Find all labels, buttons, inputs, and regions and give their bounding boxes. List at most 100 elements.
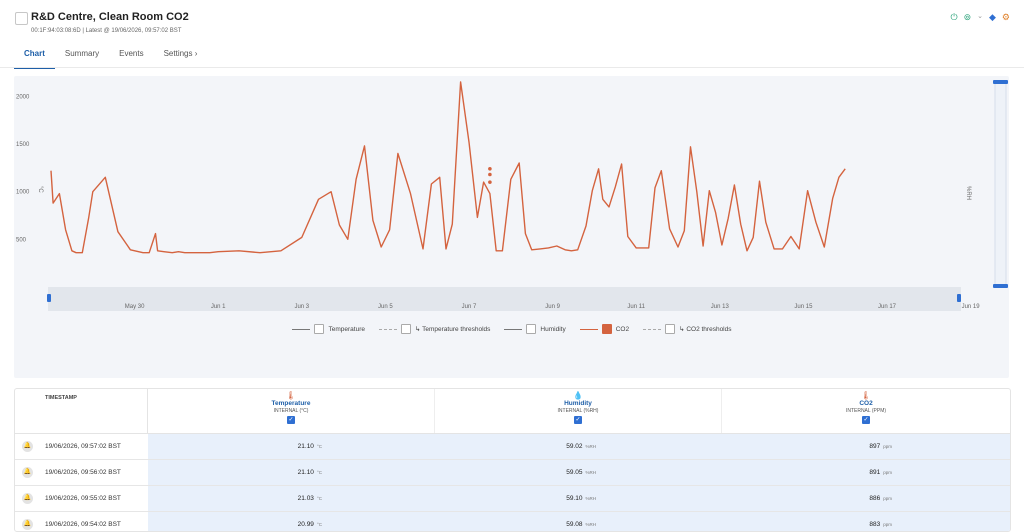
column-name: CO2	[859, 400, 873, 407]
value: 59.05	[566, 469, 583, 476]
value: 891	[869, 469, 881, 476]
bell-icon[interactable]: 🔔	[22, 467, 33, 478]
legend-line	[504, 328, 523, 330]
legend-checkbox[interactable]	[314, 324, 325, 334]
unit: ppm	[883, 496, 892, 501]
x-tick-label: May 30	[125, 304, 145, 310]
value: 21.10	[297, 469, 314, 476]
y-tick-label: 1000	[16, 190, 30, 196]
power-icon[interactable]: ⏻	[950, 12, 957, 22]
thermometer-icon: 🌡	[285, 391, 297, 400]
column-header-temperature[interactable]: 🌡 Temperature INTERNAL (°C) ✓	[148, 391, 434, 433]
device-header: R&D Centre, Clean Room CO2 00:1F:94:03:0…	[0, 0, 1024, 40]
vertical-scroller-top-handle[interactable]	[993, 80, 1008, 84]
legend-checkbox[interactable]	[400, 324, 411, 334]
row-timestamp: 19/06/2026, 09:55:02 BST	[45, 495, 121, 502]
temperature-cell: 21.10 °C	[298, 443, 322, 450]
tab-bar: Chart Summary Events Settings ›	[14, 44, 208, 69]
humidity-cell: 59.05 %RH	[566, 469, 596, 476]
table-row[interactable]: 🔔 19/06/2026, 09:55:02 BST 21.03 °C 59.10…	[15, 486, 1010, 512]
column-unit: INTERNAL (°C)	[273, 408, 309, 414]
legend-checkbox[interactable]	[601, 324, 612, 334]
legend-line	[643, 328, 662, 330]
legend-item-temperature[interactable]: Temperature	[292, 324, 365, 334]
legend-line	[378, 328, 397, 330]
link-icon[interactable]: ⊚	[964, 12, 972, 22]
data-point-marker[interactable]	[488, 172, 492, 177]
column-checkbox[interactable]: ✓	[574, 416, 582, 424]
legend-checkbox[interactable]	[526, 324, 537, 334]
bell-icon[interactable]: 🔔	[22, 519, 33, 530]
column-unit: INTERNAL (%RH)	[557, 408, 599, 414]
thermometer-icon: 🌡	[860, 391, 872, 400]
data-point-marker[interactable]	[488, 166, 492, 171]
table-row[interactable]: 🔔 19/06/2026, 09:56:02 BST 21.10 °C 59.05…	[15, 460, 1010, 486]
tab-summary[interactable]: Summary	[55, 44, 109, 67]
column-header-humidity[interactable]: 💧 Humidity INTERNAL (%RH) ✓	[435, 391, 721, 433]
humidity-cell: 59.02 %RH	[566, 443, 596, 450]
x-tick-label: Jun 5	[378, 304, 393, 310]
humidity-cell: 59.10 %RH	[566, 495, 596, 502]
column-unit: INTERNAL (PPM)	[845, 408, 887, 414]
x-tick-label: Jun 3	[294, 304, 309, 310]
temperature-cell: 21.03 °C	[298, 495, 322, 502]
y-tick-label: 2000	[16, 94, 30, 100]
bell-icon[interactable]: 🔔	[22, 493, 33, 504]
tab-settings[interactable]: Settings ›	[154, 44, 208, 67]
legend-label: Humidity	[540, 325, 566, 333]
co2-cell: 891 ppm	[869, 469, 892, 476]
co2-cell: 897 ppm	[869, 443, 892, 450]
chevron-down-icon[interactable]: ⌄	[977, 12, 983, 22]
temperature-cell: 21.10 °C	[298, 469, 322, 476]
value: 21.10	[297, 443, 314, 450]
value: 59.08	[566, 521, 583, 528]
chart-legend: Temperature ↳ Temperature thresholds Hum…	[0, 320, 1024, 338]
legend-checkbox[interactable]	[665, 324, 676, 334]
x-tick-label: Jun 19	[962, 304, 981, 310]
legend-item-temperature-thresholds[interactable]: ↳ Temperature thresholds	[378, 324, 491, 334]
tab-events[interactable]: Events	[109, 44, 153, 67]
legend-item-humidity[interactable]: Humidity	[504, 324, 566, 334]
vertical-scroller[interactable]	[994, 81, 1007, 288]
value: 883	[869, 521, 881, 528]
x-tick-label: Jun 15	[794, 304, 813, 310]
vertical-scroller-bottom-handle[interactable]	[993, 284, 1008, 288]
navigator-handle-right[interactable]	[957, 294, 961, 302]
value: 21.03	[297, 495, 314, 502]
x-tick-label: Jun 9	[545, 304, 560, 310]
x-tick-label: Jun 11	[627, 304, 645, 310]
page-title: R&D Centre, Clean Room CO2	[31, 11, 189, 23]
navigator-handle-left[interactable]	[47, 294, 51, 302]
pin-icon[interactable]: ◆	[989, 12, 996, 22]
unit: ppm	[883, 444, 892, 449]
legend-item-co2[interactable]: CO2	[579, 324, 629, 334]
value: 886	[869, 495, 881, 502]
readings-table: TIMESTAMP 🌡 Temperature INTERNAL (°C) ✓ …	[14, 388, 1011, 532]
droplet-icon: 💧	[573, 391, 583, 400]
table-row[interactable]: 🔔 19/06/2026, 09:54:02 BST 20.99 °C 59.08…	[15, 512, 1010, 531]
tab-chart[interactable]: Chart	[14, 44, 55, 69]
data-point-marker[interactable]	[488, 180, 492, 184]
y-axis-label-right: %RH	[965, 186, 971, 200]
column-checkbox[interactable]: ✓	[862, 416, 870, 424]
legend-line	[292, 328, 311, 330]
settings-icon[interactable]: ⚙	[1002, 12, 1010, 22]
legend-label: ↳ Temperature thresholds	[414, 326, 491, 333]
header-actions: ⏻ ⊚ ⌄ ◆ ⚙	[950, 12, 1010, 22]
unit: °C	[316, 522, 322, 527]
legend-label: ↳ CO2 thresholds	[679, 326, 732, 333]
bell-icon[interactable]: 🔔	[22, 441, 33, 452]
x-tick-label: Jun 7	[462, 304, 477, 310]
timestamp-header: TIMESTAMP	[45, 395, 77, 401]
select-device-checkbox[interactable]	[15, 12, 28, 25]
temperature-cell: 20.99 °C	[298, 521, 322, 528]
y-tick-label: 1500	[16, 142, 30, 148]
legend-item-co2-thresholds[interactable]: ↳ CO2 thresholds	[643, 324, 732, 334]
column-checkbox[interactable]: ✓	[287, 416, 295, 424]
co2-cell: 886 ppm	[869, 495, 892, 502]
legend-line	[579, 328, 598, 330]
table-row[interactable]: 🔔 19/06/2026, 09:57:02 BST 21.10 °C 59.02…	[15, 434, 1010, 460]
unit: %RH	[585, 470, 596, 475]
range-navigator[interactable]	[48, 287, 961, 311]
column-header-co2[interactable]: 🌡 CO2 INTERNAL (PPM) ✓	[722, 391, 1010, 433]
